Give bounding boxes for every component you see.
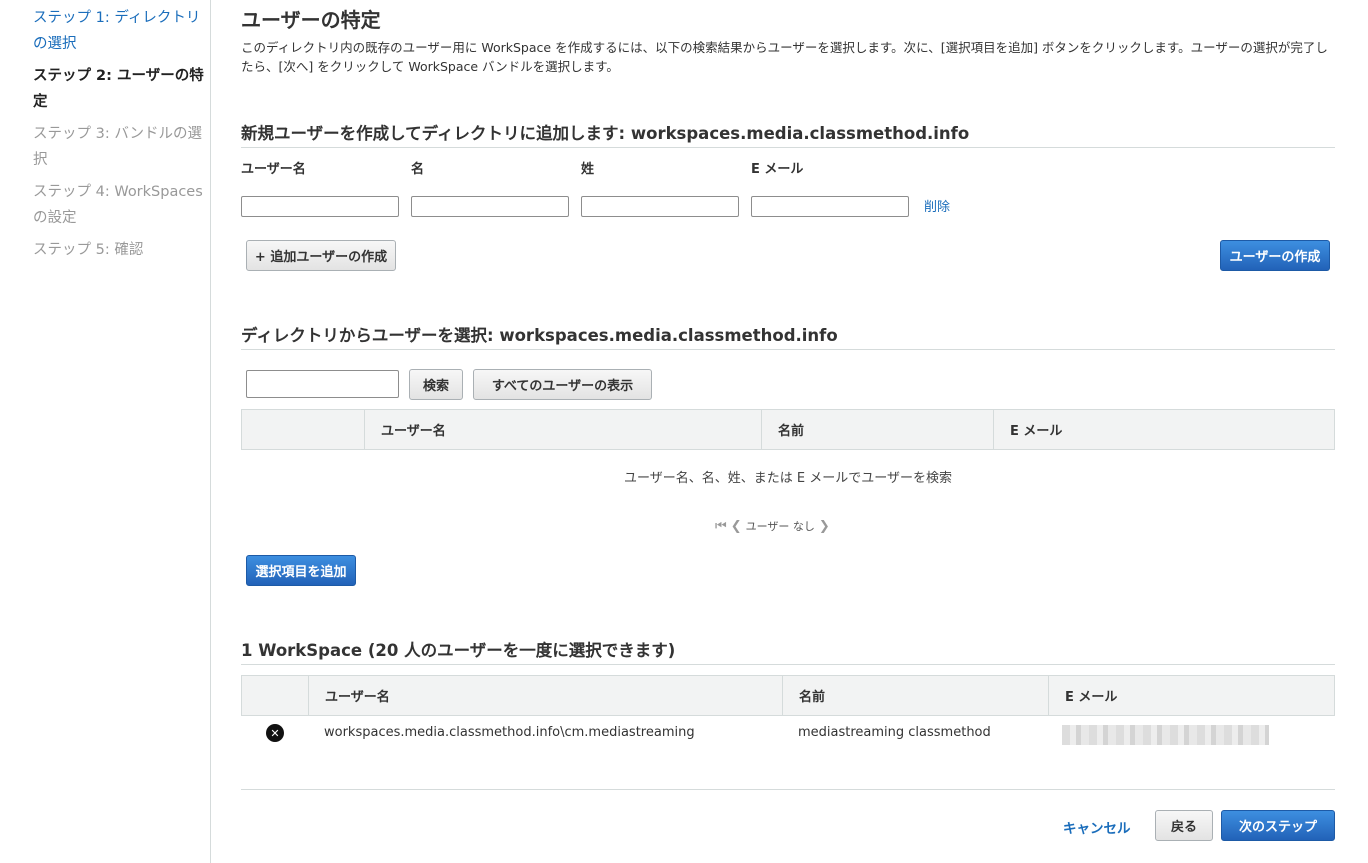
email-label: E メール [751,162,804,177]
delete-row-link[interactable]: 削除 [924,196,950,215]
divider [241,789,1335,790]
add-selected-button[interactable]: 選択項目を追加 [246,555,356,586]
column-header-username[interactable]: ユーザー名 [364,410,761,449]
column-header-name: 名前 [782,676,1048,715]
last-name-label: 姓 [581,162,595,177]
create-user-section-title: 新規ユーザーを作成してディレクトリに追加します: workspaces.medi… [241,124,970,143]
column-header-name[interactable]: 名前 [761,410,993,449]
step-1-select-directory[interactable]: ステップ 1: ディレクトリの選択 [33,5,209,57]
first-name-label: 名 [411,162,425,177]
empty-results-message: ユーザー名、名、姓、または E メールでユーザーを検索 [624,471,952,486]
pager-status: ユーザー なし [745,520,815,533]
divider [241,664,1335,665]
results-pager: ⏮ ❮ ユーザー なし ❯ [715,518,830,534]
new-first-name-input[interactable] [411,196,569,217]
step-2-identify-users: ステップ 2: ユーザーの特定 [33,68,204,110]
remove-column-header [242,676,308,715]
table-row: ✕ workspaces.media.classmethod.info\cm.m… [241,716,1335,752]
user-search-input[interactable] [246,370,399,398]
username-label: ユーザー名 [241,162,306,177]
search-results-table-header: ユーザー名 名前 E メール [241,409,1335,450]
column-header-email: E メール [1048,676,1334,715]
search-button[interactable]: 検索 [409,369,463,400]
column-header-username: ユーザー名 [308,676,782,715]
next-step-button[interactable]: 次のステップ [1221,810,1335,841]
back-button[interactable]: 戻る [1155,810,1213,841]
wizard-steps-sidebar: ステップ 1: ディレクトリの選択 ステップ 2: ユーザーの特定 ステップ 3… [0,0,211,863]
page-intro: このディレクトリ内の既存のユーザー用に WorkSpace を作成するには、以下… [241,40,1328,74]
redacted-email [1062,725,1269,745]
selected-name: mediastreaming classmethod [798,725,991,740]
selected-users-section-title: 1 WorkSpace (20 人のユーザーを一度に選択できます) [241,641,676,660]
selected-username: workspaces.media.classmethod.info\cm.med… [324,725,695,740]
cancel-link[interactable]: キャンセル [1063,817,1131,837]
select-column-header [242,410,364,449]
show-all-users-button[interactable]: すべてのユーザーの表示 [473,369,652,400]
new-last-name-input[interactable] [581,196,739,217]
selected-users-table-header: ユーザー名 名前 E メール [241,675,1335,716]
step-4-workspaces-settings: ステップ 4: WorkSpaces の設定 [33,184,203,226]
create-users-button[interactable]: ユーザーの作成 [1220,240,1330,271]
divider [241,147,1335,148]
new-email-input[interactable] [751,196,909,217]
select-users-section-title: ディレクトリからユーザーを選択: workspaces.media.classm… [241,326,838,345]
main-content: ユーザーの特定 このディレクトリ内の既存のユーザー用に WorkSpace を作… [241,0,1335,863]
step-3-select-bundle: ステップ 3: バンドルの選択 [33,126,203,168]
first-page-icon[interactable]: ⏮ [715,519,727,534]
new-username-input[interactable] [241,196,399,217]
remove-user-icon[interactable]: ✕ [266,724,284,742]
add-more-users-button[interactable]: + 追加ユーザーの作成 [246,240,396,271]
next-page-icon[interactable]: ❯ [819,519,830,534]
previous-page-icon[interactable]: ❮ [731,519,742,534]
page-title: ユーザーの特定 [241,8,381,32]
column-header-email[interactable]: E メール [993,410,1334,449]
step-5-review: ステップ 5: 確認 [33,242,144,258]
divider [241,349,1335,350]
